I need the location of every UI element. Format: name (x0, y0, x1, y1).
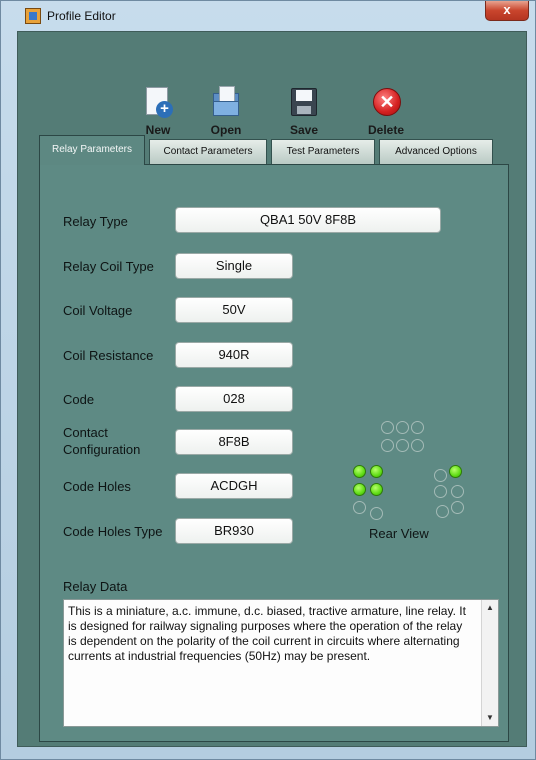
code-hole-dot (370, 507, 383, 520)
code-hole-dot (353, 501, 366, 514)
contact-configuration-field[interactable]: 8F8B (175, 429, 293, 455)
contact-configuration-label-line2: Configuration (63, 442, 141, 457)
code-hole-dot (381, 421, 394, 434)
open-button-label: Open (210, 123, 242, 137)
scroll-down-arrow-icon[interactable]: ▼ (482, 710, 498, 726)
code-holes-type-label: Code Holes Type (63, 524, 163, 539)
save-button[interactable]: Save (269, 85, 339, 137)
coil-voltage-label: Coil Voltage (63, 303, 133, 318)
relay-type-label: Relay Type (63, 214, 128, 229)
tab-relay-parameters[interactable]: Relay Parameters (39, 135, 145, 165)
code-hole-dot-lit (353, 465, 366, 478)
tab-contact-parameters[interactable]: Contact Parameters (149, 139, 267, 165)
profile-editor-window: Profile Editor x + New Open Save ✕ Delet… (0, 0, 536, 760)
tab-test-parameters[interactable]: Test Parameters (271, 139, 375, 165)
code-hole-dot (434, 469, 447, 482)
coil-voltage-field[interactable]: 50V (175, 297, 293, 323)
code-hole-dot-lit (370, 465, 383, 478)
coil-resistance-field[interactable]: 940R (175, 342, 293, 368)
delete-button[interactable]: ✕ Delete (351, 85, 421, 137)
delete-button-label: Delete (367, 123, 405, 137)
coil-resistance-label: Coil Resistance (63, 348, 154, 363)
open-button[interactable]: Open (191, 85, 261, 137)
open-folder-icon (211, 85, 241, 119)
code-hole-dot (381, 439, 394, 452)
new-button[interactable]: + New (123, 85, 193, 137)
code-holes-field[interactable]: ACDGH (175, 473, 293, 499)
new-file-icon: + (143, 85, 173, 119)
code-hole-dot-lit (370, 483, 383, 496)
code-hole-dot-lit (353, 483, 366, 496)
code-hole-dot (451, 485, 464, 498)
rear-view-label: Rear View (369, 526, 429, 541)
code-hole-dot (411, 439, 424, 452)
app-icon (25, 8, 41, 24)
code-holes-label: Code Holes (63, 479, 131, 494)
tab-advanced-options[interactable]: Advanced Options (379, 139, 493, 165)
relay-data-textarea[interactable]: This is a miniature, a.c. immune, d.c. b… (63, 599, 499, 727)
save-disk-icon (289, 85, 319, 119)
code-hole-dot (396, 439, 409, 452)
save-button-label: Save (289, 123, 319, 137)
code-field[interactable]: 028 (175, 386, 293, 412)
window-title: Profile Editor (47, 9, 116, 23)
relay-type-field[interactable]: QBA1 50V 8F8B (175, 207, 441, 233)
contact-configuration-label-line1: Contact (63, 425, 108, 440)
relay-data-label: Relay Data (63, 579, 128, 594)
scroll-up-arrow-icon[interactable]: ▲ (482, 600, 498, 616)
code-hole-dot (451, 501, 464, 514)
code-label: Code (63, 392, 95, 407)
relay-data-scrollbar[interactable]: ▲ ▼ (481, 600, 498, 726)
code-holes-type-field[interactable]: BR930 (175, 518, 293, 544)
relay-coil-type-field[interactable]: Single (175, 253, 293, 279)
code-hole-dot (411, 421, 424, 434)
delete-icon: ✕ (371, 85, 401, 119)
relay-data-text: This is a miniature, a.c. immune, d.c. b… (68, 604, 466, 663)
close-button[interactable]: x (485, 1, 529, 21)
code-hole-dot (396, 421, 409, 434)
code-hole-dot (434, 485, 447, 498)
relay-coil-type-label: Relay Coil Type (63, 259, 154, 274)
code-hole-dot (436, 505, 449, 518)
code-hole-dot-lit (449, 465, 462, 478)
